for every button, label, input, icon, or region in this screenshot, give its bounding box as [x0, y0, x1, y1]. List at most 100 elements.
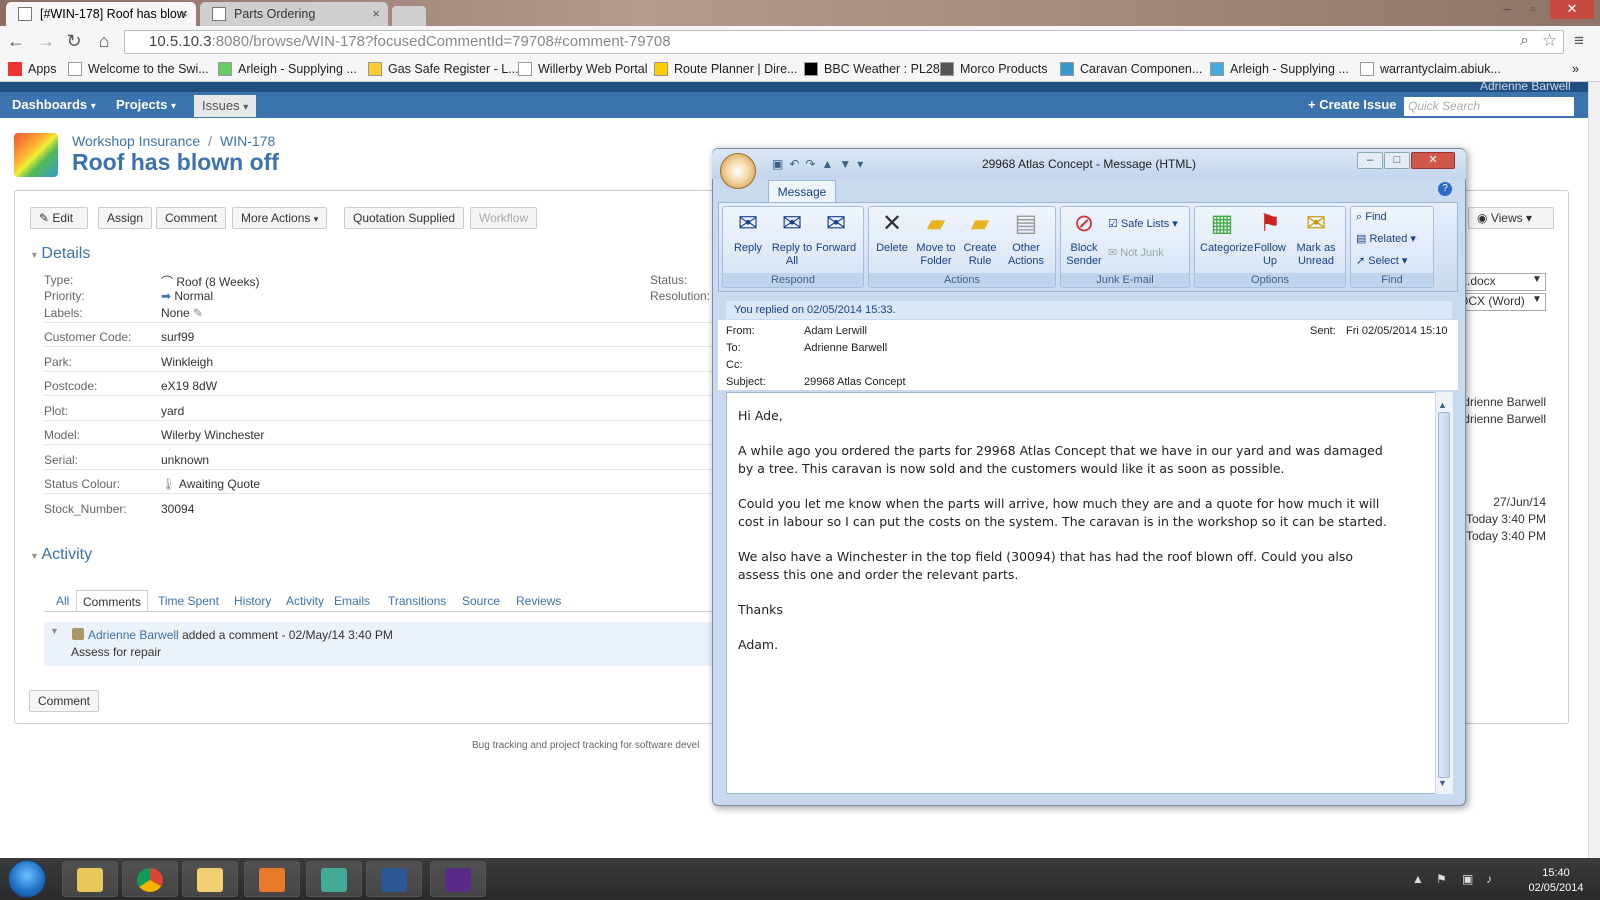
more-actions-button[interactable]: More Actions ▾ — [232, 207, 328, 229]
nav-projects[interactable]: Projects ▾ — [108, 92, 184, 118]
up-arrow-icon[interactable]: ▲ — [821, 157, 839, 171]
bookmark-item[interactable]: Route Planner | Dire... — [654, 59, 797, 79]
reply-button[interactable]: ✉ Reply — [726, 210, 770, 255]
reload-icon[interactable]: ↻ — [62, 30, 86, 52]
office-button-icon[interactable] — [720, 153, 756, 189]
bookmark-item[interactable]: warrantyclaim.abiuk... — [1360, 59, 1501, 79]
taskbar-contacts[interactable] — [244, 861, 300, 897]
block-sender-button[interactable]: ⊘ Block Sender — [1062, 210, 1106, 268]
scroll-down-icon[interactable]: ▼ — [1438, 778, 1447, 788]
system-clock[interactable]: 15:40 02/05/2014 — [1526, 866, 1586, 896]
browser-tab-active[interactable]: [#WIN-178] Roof has blow × — [6, 2, 196, 26]
assign-button[interactable]: Assign — [98, 207, 153, 229]
scrollbar-thumb[interactable] — [1438, 412, 1450, 778]
tab-all[interactable]: All — [50, 590, 75, 612]
forward-arrow-icon[interactable]: → — [34, 30, 58, 52]
mark-unread-button[interactable]: ✉ Mark as Unread — [1294, 210, 1338, 268]
save-icon[interactable]: ▣ — [772, 157, 789, 171]
bookmark-item[interactable]: Welcome to the Swi... — [68, 59, 209, 79]
quick-search-input[interactable]: Quick Search — [1404, 97, 1574, 116]
taskbar-explorer[interactable] — [62, 861, 118, 897]
labels-value[interactable]: None ✎ — [161, 306, 203, 320]
minimize-button[interactable]: – — [1494, 0, 1520, 19]
nav-dashboards[interactable]: Dashboards ▾ — [4, 92, 104, 118]
nav-issues[interactable]: Issues ▾ — [194, 95, 257, 117]
redo-icon[interactable]: ↷ — [805, 157, 821, 171]
delete-button[interactable]: ✕ Delete — [870, 210, 914, 255]
taskbar-outlook[interactable] — [182, 861, 238, 897]
select-button[interactable]: ➚ Select ▾ — [1356, 252, 1407, 270]
add-comment-button[interactable]: Comment — [29, 690, 100, 712]
activity-heading[interactable]: ▼ Activity — [30, 546, 92, 564]
tab-activity[interactable]: Activity — [280, 590, 330, 612]
views-button[interactable]: ◉ Views ▾ — [1468, 207, 1554, 229]
reply-all-button[interactable]: ✉ Reply to All — [770, 210, 814, 268]
tab-time-spent[interactable]: Time Spent — [152, 590, 225, 612]
browser-tab-parts-ordering[interactable]: Parts Ordering × — [200, 2, 388, 26]
workflow-button[interactable]: Workflow — [470, 207, 538, 229]
tab-close-icon[interactable]: × — [372, 2, 380, 26]
zoom-search-icon[interactable]: ⌕ — [1520, 32, 1529, 50]
tab-comments[interactable]: Comments — [76, 590, 149, 612]
related-button[interactable]: ▤ Related ▾ — [1356, 230, 1416, 248]
bookmark-item[interactable]: Arleigh - Supplying ... — [1210, 59, 1349, 79]
tab-emails[interactable]: Emails — [328, 590, 376, 612]
bookmark-star-icon[interactable]: ☆ — [1542, 31, 1557, 51]
forward-button[interactable]: ✉ Forward — [814, 210, 858, 255]
help-icon[interactable]: ? — [1438, 182, 1452, 196]
create-rule-button[interactable]: ▰ Create Rule — [958, 210, 1002, 268]
back-arrow-icon[interactable]: ← — [4, 30, 28, 52]
bookmark-apps[interactable]: Apps — [8, 59, 57, 79]
bookmark-item[interactable]: Willerby Web Portal — [518, 59, 648, 79]
tab-reviews[interactable]: Reviews — [510, 590, 567, 612]
new-tab-button[interactable] — [392, 6, 426, 26]
taskbar-chrome[interactable] — [122, 861, 178, 897]
bookmarks-overflow[interactable]: » — [1572, 59, 1579, 79]
menu-icon[interactable]: ≡ — [1574, 31, 1584, 51]
bookmark-item[interactable]: Arleigh - Supplying ... — [218, 59, 357, 79]
taskbar-word[interactable] — [366, 861, 422, 897]
tab-history[interactable]: History — [228, 590, 277, 612]
collapse-comment-icon[interactable]: ▼ — [50, 626, 59, 636]
flag-tray-icon[interactable]: ⚑ — [1436, 872, 1447, 886]
tab-close-icon[interactable]: × — [180, 2, 188, 26]
categorize-button[interactable]: ▦ Categorize — [1200, 210, 1253, 255]
edit-pencil-icon[interactable]: ✎ — [193, 306, 203, 320]
tray-expand-icon[interactable]: ▲ — [1412, 872, 1424, 886]
url-bar[interactable]: 10.5.10.3:8080/browse/WIN-178?focusedCom… — [124, 30, 1564, 54]
outlook-maximize-button[interactable]: □ — [1384, 152, 1410, 169]
network-icon[interactable]: ▣ — [1462, 872, 1473, 886]
quotation-supplied-button[interactable]: Quotation Supplied — [344, 207, 465, 229]
customize-icon[interactable]: ▾ — [857, 157, 869, 171]
move-to-folder-button[interactable]: ▰ Move to Folder — [914, 210, 958, 268]
comment-author-link[interactable]: Adrienne Barwell — [88, 628, 179, 642]
scroll-up-icon[interactable]: ▲ — [1438, 400, 1447, 410]
quick-access-toolbar[interactable]: ▣↶↷▲▼▾ — [772, 157, 869, 171]
bookmark-item[interactable]: Caravan Componen... — [1060, 59, 1202, 79]
taskbar-app[interactable] — [430, 861, 486, 897]
edit-button[interactable]: ✎ Edit — [30, 207, 88, 229]
comment-toolbar-button[interactable]: Comment — [156, 207, 227, 229]
outlook-close-button[interactable]: ✕ — [1411, 152, 1455, 169]
dropdown-arrow-icon[interactable]: ▼ — [1532, 294, 1542, 305]
breadcrumb-issue-key[interactable]: WIN-178 — [220, 133, 275, 149]
tab-transitions[interactable]: Transitions — [382, 590, 452, 612]
start-button-icon[interactable] — [8, 860, 46, 898]
outlook-minimize-button[interactable]: – — [1357, 152, 1383, 169]
from-value[interactable]: Adam Lerwill — [804, 325, 867, 337]
ribbon-tab-message[interactable]: Message — [768, 180, 836, 202]
maximize-button[interactable]: ▫ — [1520, 0, 1546, 19]
bookmark-item[interactable]: Gas Safe Register - L... — [368, 59, 519, 79]
user-name[interactable]: Adrienne Barwell — [1480, 82, 1571, 92]
down-arrow-icon[interactable]: ▼ — [839, 157, 857, 171]
home-icon[interactable]: ⌂ — [92, 30, 116, 52]
bookmark-item[interactable]: BBC Weather : PL28 — [804, 59, 940, 79]
create-issue-button[interactable]: + Create Issue — [1300, 92, 1405, 118]
page-scrollbar[interactable] — [1588, 82, 1600, 858]
volume-icon[interactable]: ♪ — [1486, 872, 1492, 886]
dropdown-arrow-icon[interactable]: ▼ — [1532, 274, 1542, 285]
find-button[interactable]: ⌕ Find — [1356, 208, 1387, 226]
details-heading[interactable]: ▼ Details — [30, 245, 90, 263]
bookmark-item[interactable]: Morco Products — [940, 59, 1048, 79]
close-window-button[interactable]: ✕ — [1550, 0, 1594, 19]
